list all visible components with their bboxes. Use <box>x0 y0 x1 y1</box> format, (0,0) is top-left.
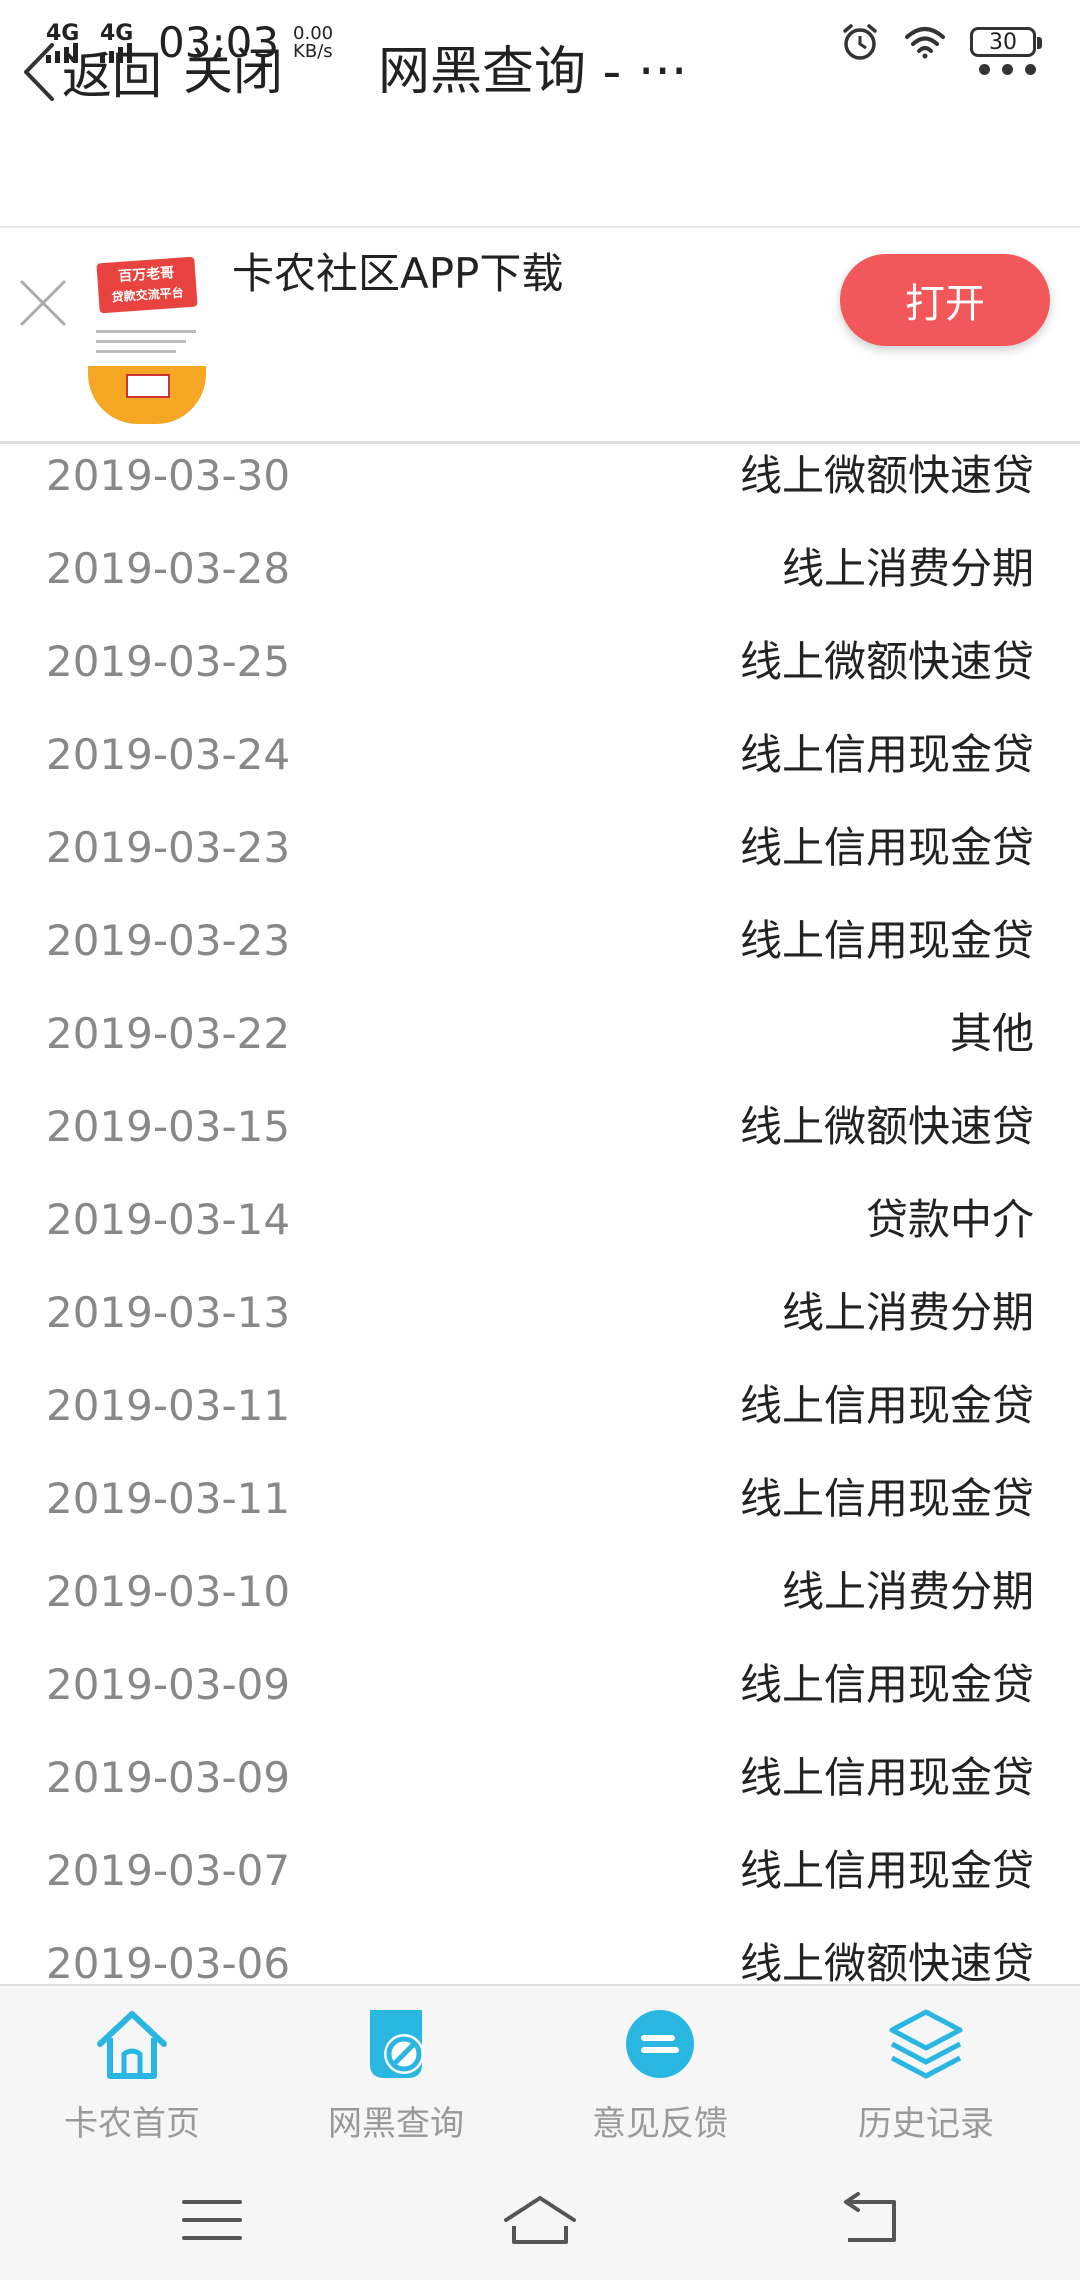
record-date: 2019-03-23 <box>46 916 291 965</box>
feedback-icon <box>626 2010 694 2078</box>
record-type: 线上信用现金贷 <box>739 730 1034 779</box>
menu-icon[interactable] <box>172 2190 252 2250</box>
record-date: 2019-03-23 <box>46 823 291 872</box>
blacklist-query-icon <box>370 2010 424 2078</box>
record-type: 线上消费分期 <box>781 544 1034 593</box>
record-type: 线上信用现金贷 <box>739 1846 1034 1895</box>
tab-history[interactable]: 历史记录 <box>796 2004 1056 2144</box>
record-type: 线上信用现金贷 <box>739 823 1034 872</box>
wifi-icon <box>905 27 945 59</box>
status-right: 30 <box>840 22 1042 62</box>
record-row: 2019-03-22 其他 <box>0 1002 1080 1095</box>
tab-label: 网黑查询 <box>328 2104 464 2144</box>
record-date: 2019-03-11 <box>46 1381 291 1430</box>
page-title: 网黑查询 - ··· <box>378 42 688 102</box>
record-date: 2019-03-06 <box>46 1939 291 1984</box>
banner-title: 卡农社区APP下载 <box>232 249 564 298</box>
record-type: 线上信用现金贷 <box>739 916 1034 965</box>
tab-label: 历史记录 <box>858 2104 994 2144</box>
record-type: 线上信用现金贷 <box>739 1381 1034 1430</box>
back-label: 返回 <box>62 47 162 105</box>
record-row: 2019-03-11 线上信用现金贷 <box>0 1467 1080 1560</box>
record-type: 线上消费分期 <box>781 1288 1034 1337</box>
record-list[interactable]: 2019-03-30 线上微额快速贷 2019-03-28 线上消费分期 2019-03… <box>0 444 1080 1984</box>
record-date: 2019-03-30 <box>46 451 291 500</box>
record-row: 2019-03-14 贷款中介 <box>0 1188 1080 1281</box>
layers-icon <box>889 2009 963 2079</box>
record-row: 2019-03-13 线上消费分期 <box>0 1281 1080 1374</box>
record-date: 2019-03-13 <box>46 1288 291 1337</box>
battery-level: 30 <box>989 29 1017 55</box>
record-type: 其他 <box>949 1009 1034 1058</box>
speed-value: 0.00 <box>293 22 334 44</box>
tab-blacklist-query[interactable]: 网黑查询 <box>266 2004 526 2144</box>
record-row: 2019-03-30 线上微额快速贷 <box>0 444 1080 537</box>
record-date: 2019-03-22 <box>46 1009 291 1058</box>
tab-home[interactable]: 卡农首页 <box>2 2004 262 2144</box>
record-row: 2019-03-09 线上信用现金贷 <box>0 1746 1080 1839</box>
screen: 4G 4G 03:03 0.00 KB/s 30 返回 关闭 网黑查询 - ··… <box>0 0 1080 2280</box>
record-row: 2019-03-10 线上消费分期 <box>0 1560 1080 1653</box>
back-nav-icon[interactable] <box>828 2190 908 2250</box>
app-thumbnail-logo: 百万老哥 贷款交流平台 <box>96 256 198 314</box>
record-type: 线上微额快速贷 <box>739 637 1034 686</box>
record-type: 线上信用现金贷 <box>739 1753 1034 1802</box>
record-date: 2019-03-07 <box>46 1846 291 1895</box>
tab-feedback[interactable]: 意见反馈 <box>530 2004 790 2144</box>
record-row: 2019-03-06 线上微额快速贷 <box>0 1932 1080 1984</box>
home-nav-icon[interactable] <box>500 2190 580 2250</box>
close-icon[interactable] <box>18 278 68 328</box>
record-type: 线上信用现金贷 <box>739 1660 1034 1709</box>
record-row: 2019-03-25 线上微额快速贷 <box>0 630 1080 723</box>
nav-bar <box>0 84 1080 228</box>
more-dot-icon <box>1025 64 1036 75</box>
tab-label: 卡农首页 <box>64 2104 200 2144</box>
record-row: 2019-03-15 线上微额快速贷 <box>0 1095 1080 1188</box>
more-dot-icon <box>1002 64 1013 75</box>
app-thumbnail: 百万老哥 贷款交流平台 <box>88 252 206 424</box>
record-type: 贷款中介 <box>865 1195 1034 1244</box>
record-date: 2019-03-15 <box>46 1102 291 1151</box>
record-date: 2019-03-09 <box>46 1753 291 1802</box>
record-row: 2019-03-24 线上信用现金贷 <box>0 723 1080 816</box>
record-date: 2019-03-14 <box>46 1195 291 1244</box>
record-date: 2019-03-10 <box>46 1567 291 1616</box>
record-type: 线上消费分期 <box>781 1567 1034 1616</box>
record-date: 2019-03-25 <box>46 637 291 686</box>
record-type: 线上微额快速贷 <box>739 1102 1034 1151</box>
record-row: 2019-03-28 线上消费分期 <box>0 537 1080 630</box>
open-app-button[interactable]: 打开 <box>840 254 1050 346</box>
record-row: 2019-03-11 线上信用现金贷 <box>0 1374 1080 1467</box>
record-date: 2019-03-11 <box>46 1474 291 1523</box>
back-button[interactable]: 返回 <box>20 40 162 105</box>
more-menu-button[interactable] <box>979 64 1036 75</box>
record-date: 2019-03-24 <box>46 730 291 779</box>
thumb-badge <box>126 374 170 398</box>
record-date: 2019-03-28 <box>46 544 291 593</box>
record-type: 线上信用现金贷 <box>739 1474 1034 1523</box>
chevron-left-icon <box>24 43 54 101</box>
more-dot-icon <box>979 64 990 75</box>
record-row: 2019-03-09 线上信用现金贷 <box>0 1653 1080 1746</box>
record-row: 2019-03-07 线上信用现金贷 <box>0 1839 1080 1932</box>
record-date: 2019-03-09 <box>46 1660 291 1709</box>
alarm-icon <box>843 24 877 60</box>
close-button[interactable]: 关闭 <box>183 40 283 104</box>
speed-unit: KB/s <box>293 40 333 62</box>
battery-icon: 30 <box>970 27 1042 57</box>
record-type: 线上微额快速贷 <box>739 1939 1034 1984</box>
network-speed: 0.00 KB/s <box>293 22 334 62</box>
record-type: 线上微额快速贷 <box>739 451 1034 500</box>
tab-label: 意见反馈 <box>592 2104 728 2144</box>
record-row: 2019-03-23 线上信用现金贷 <box>0 816 1080 909</box>
record-row: 2019-03-23 线上信用现金贷 <box>0 909 1080 1002</box>
home-icon <box>97 2011 167 2079</box>
